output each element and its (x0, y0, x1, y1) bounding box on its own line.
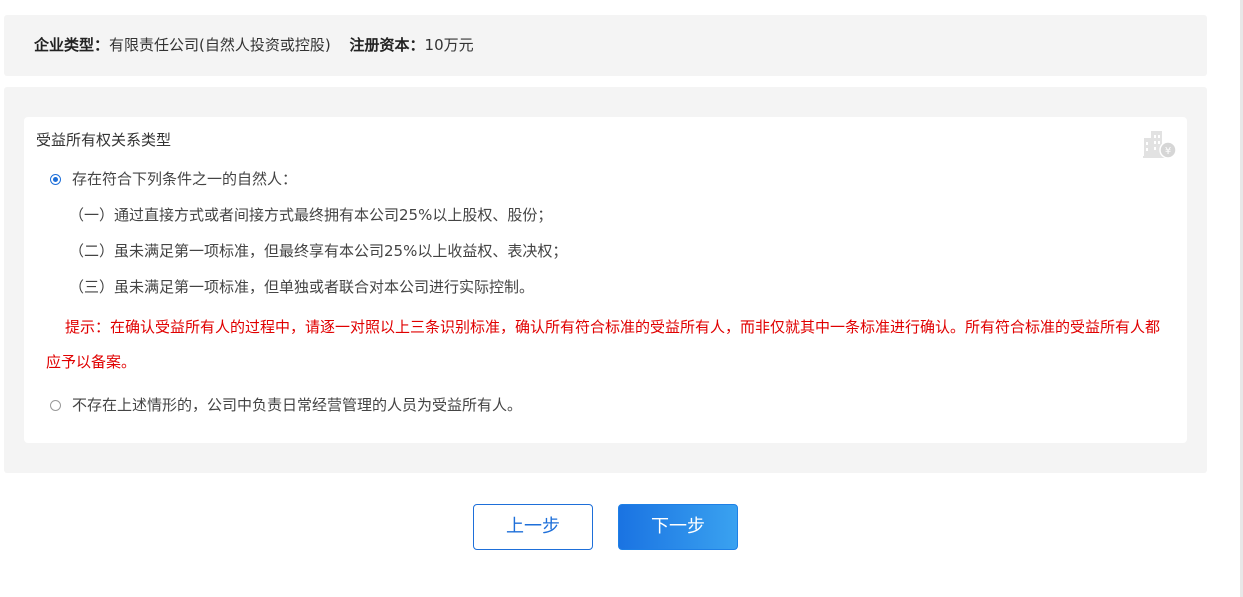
company-type-value: 有限责任公司(自然人投资或控股) (109, 36, 331, 54)
condition-item: （二）虽未满足第一项标准，但最终享有本公司25%以上收益权、表决权； (69, 242, 568, 260)
hint-text: 提示：在确认受益所有人的过程中，请逐一对照以上三条识别标准，确认所有符合标准的受… (46, 318, 1161, 371)
condition-item: （一）通过直接方式或者间接方式最终拥有本公司25%以上股权、股份； (69, 206, 553, 224)
building-yen-icon: ¥ (1141, 125, 1177, 161)
company-type-label: 企业类型： (34, 36, 110, 54)
condition-item: （三）虽未满足第一项标准，但单独或者联合对本公司进行实际控制。 (69, 278, 535, 296)
option-has-beneficiary-label: 存在符合下列条件之一的自然人： (72, 170, 298, 188)
option-has-beneficiary[interactable]: 存在符合下列条件之一的自然人： (50, 169, 297, 189)
previous-step-button[interactable]: 上一步 (473, 504, 593, 550)
radio-button-checked[interactable] (50, 173, 61, 185)
page: 企业类型：有限责任公司(自然人投资或控股) 注册资本：10万元 受益所有权关系类… (0, 0, 1243, 597)
next-step-button[interactable]: 下一步 (618, 504, 738, 550)
option-no-beneficiary[interactable]: 不存在上述情形的，公司中负责日常经营管理的人员为受益所有人。 (50, 395, 522, 415)
radio-button-unchecked[interactable] (50, 399, 61, 411)
section-title: 受益所有权关系类型 (36, 131, 172, 149)
company-info-bar: 企业类型：有限责任公司(自然人投资或控股) 注册资本：10万元 (4, 15, 1207, 76)
beneficial-ownership-card: 受益所有权关系类型 ¥ 存在符合下列条件之一的自然人： （一）通过直接方式或者间… (24, 117, 1187, 443)
svg-text:¥: ¥ (1165, 146, 1171, 157)
registered-capital-value: 10万元 (424, 36, 474, 54)
registered-capital-label: 注册资本： (349, 36, 425, 54)
beneficial-ownership-panel: 受益所有权关系类型 ¥ 存在符合下列条件之一的自然人： （一）通过直接方式或者间… (4, 87, 1207, 473)
option-no-beneficiary-label: 不存在上述情形的，公司中负责日常经营管理的人员为受益所有人。 (72, 396, 523, 414)
